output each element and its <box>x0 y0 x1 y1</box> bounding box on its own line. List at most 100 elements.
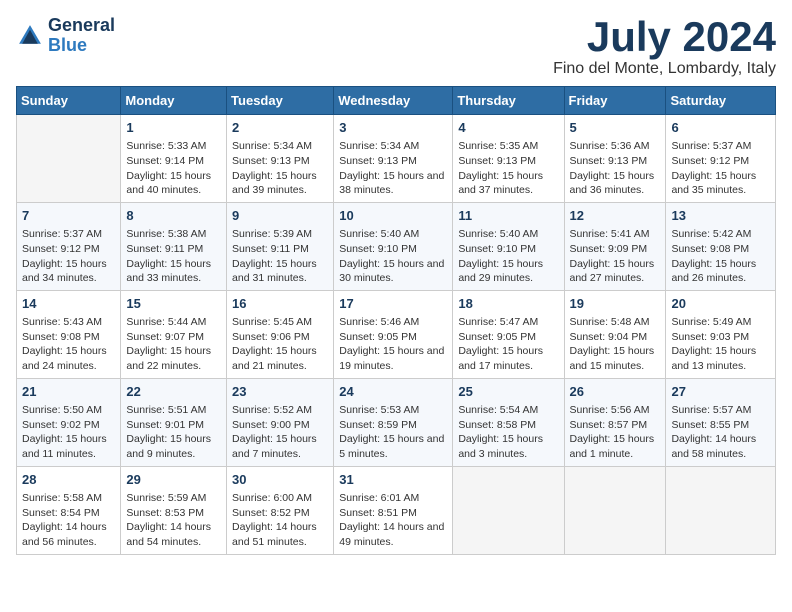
day-info: Sunrise: 5:35 AMSunset: 9:13 PMDaylight:… <box>458 139 558 198</box>
calendar-cell: 19 Sunrise: 5:48 AMSunset: 9:04 PMDayligh… <box>564 290 666 378</box>
logo-icon <box>16 22 44 50</box>
day-number: 18 <box>458 295 558 313</box>
day-number: 28 <box>22 471 115 489</box>
day-number: 14 <box>22 295 115 313</box>
calendar-week-row: 14 Sunrise: 5:43 AMSunset: 9:08 PMDayligh… <box>17 290 776 378</box>
weekday-header: Saturday <box>666 87 776 115</box>
day-info: Sunrise: 5:50 AMSunset: 9:02 PMDaylight:… <box>22 403 115 462</box>
day-number: 17 <box>339 295 447 313</box>
calendar-cell: 22 Sunrise: 5:51 AMSunset: 9:01 PMDayligh… <box>121 378 227 466</box>
day-number: 16 <box>232 295 328 313</box>
calendar-cell: 5 Sunrise: 5:36 AMSunset: 9:13 PMDaylight… <box>564 115 666 203</box>
calendar-cell <box>564 466 666 554</box>
month-title: July 2024 <box>553 16 776 58</box>
calendar-cell: 11Sunrise: 5:40 AMSunset: 9:10 PMDayligh… <box>453 202 564 290</box>
day-number: 29 <box>126 471 221 489</box>
calendar-cell: 29 Sunrise: 5:59 AMSunset: 8:53 PMDayligh… <box>121 466 227 554</box>
day-info: Sunrise: 5:47 AMSunset: 9:05 PMDaylight:… <box>458 315 558 374</box>
day-number: 15 <box>126 295 221 313</box>
logo: GeneralBlue <box>16 16 115 56</box>
day-info: Sunrise: 5:56 AMSunset: 8:57 PMDaylight:… <box>570 403 661 462</box>
calendar-cell <box>666 466 776 554</box>
day-number: 30 <box>232 471 328 489</box>
day-number: 6 <box>671 119 770 137</box>
weekday-header: Friday <box>564 87 666 115</box>
day-info: Sunrise: 5:42 AMSunset: 9:08 PMDaylight:… <box>671 227 770 286</box>
day-info: Sunrise: 5:43 AMSunset: 9:08 PMDaylight:… <box>22 315 115 374</box>
calendar-cell: 15 Sunrise: 5:44 AMSunset: 9:07 PMDayligh… <box>121 290 227 378</box>
calendar-cell: 7 Sunrise: 5:37 AMSunset: 9:12 PMDaylight… <box>17 202 121 290</box>
day-info: Sunrise: 5:48 AMSunset: 9:04 PMDaylight:… <box>570 315 661 374</box>
day-number: 20 <box>671 295 770 313</box>
title-block: July 2024 Fino del Monte, Lombardy, Ital… <box>553 16 776 78</box>
day-info: Sunrise: 5:46 AMSunset: 9:05 PMDaylight:… <box>339 315 447 374</box>
day-info: Sunrise: 5:58 AMSunset: 8:54 PMDaylight:… <box>22 491 115 550</box>
calendar-cell: 8 Sunrise: 5:38 AMSunset: 9:11 PMDaylight… <box>121 202 227 290</box>
day-number: 31 <box>339 471 447 489</box>
day-number: 22 <box>126 383 221 401</box>
day-number: 26 <box>570 383 661 401</box>
day-info: Sunrise: 5:41 AMSunset: 9:09 PMDaylight:… <box>570 227 661 286</box>
calendar-cell: 23 Sunrise: 5:52 AMSunset: 9:00 PMDayligh… <box>227 378 334 466</box>
calendar-cell: 21 Sunrise: 5:50 AMSunset: 9:02 PMDayligh… <box>17 378 121 466</box>
day-info: Sunrise: 6:01 AMSunset: 8:51 PMDaylight:… <box>339 491 447 550</box>
calendar-week-row: 21 Sunrise: 5:50 AMSunset: 9:02 PMDayligh… <box>17 378 776 466</box>
day-info: Sunrise: 5:51 AMSunset: 9:01 PMDaylight:… <box>126 403 221 462</box>
day-number: 3 <box>339 119 447 137</box>
calendar-cell: 10 Sunrise: 5:40 AMSunset: 9:10 PMDayligh… <box>334 202 453 290</box>
calendar-cell: 26 Sunrise: 5:56 AMSunset: 8:57 PMDayligh… <box>564 378 666 466</box>
calendar-week-row: 7 Sunrise: 5:37 AMSunset: 9:12 PMDaylight… <box>17 202 776 290</box>
calendar-cell: 2 Sunrise: 5:34 AMSunset: 9:13 PMDaylight… <box>227 115 334 203</box>
day-number: 2 <box>232 119 328 137</box>
calendar-cell: 17 Sunrise: 5:46 AMSunset: 9:05 PMDayligh… <box>334 290 453 378</box>
day-info: Sunrise: 5:54 AMSunset: 8:58 PMDaylight:… <box>458 403 558 462</box>
day-info: Sunrise: 5:53 AMSunset: 8:59 PMDaylight:… <box>339 403 447 462</box>
day-info: Sunrise: 5:34 AMSunset: 9:13 PMDaylight:… <box>232 139 328 198</box>
day-number: 10 <box>339 207 447 225</box>
calendar-cell: 30 Sunrise: 6:00 AMSunset: 8:52 PMDayligh… <box>227 466 334 554</box>
day-number: 23 <box>232 383 328 401</box>
calendar-cell: 3Sunrise: 5:34 AMSunset: 9:13 PMDaylight… <box>334 115 453 203</box>
day-info: Sunrise: 5:40 AMSunset: 9:10 PMDaylight:… <box>339 227 447 286</box>
calendar-cell: 27 Sunrise: 5:57 AMSunset: 8:55 PMDayligh… <box>666 378 776 466</box>
day-info: Sunrise: 5:36 AMSunset: 9:13 PMDaylight:… <box>570 139 661 198</box>
day-number: 5 <box>570 119 661 137</box>
day-number: 21 <box>22 383 115 401</box>
day-number: 9 <box>232 207 328 225</box>
calendar-cell: 14 Sunrise: 5:43 AMSunset: 9:08 PMDayligh… <box>17 290 121 378</box>
day-number: 27 <box>671 383 770 401</box>
calendar-cell: 13 Sunrise: 5:42 AMSunset: 9:08 PMDayligh… <box>666 202 776 290</box>
day-info: Sunrise: 5:45 AMSunset: 9:06 PMDaylight:… <box>232 315 328 374</box>
calendar-table: SundayMondayTuesdayWednesdayThursdayFrid… <box>16 86 776 555</box>
weekday-header: Tuesday <box>227 87 334 115</box>
calendar-week-row: 28 Sunrise: 5:58 AMSunset: 8:54 PMDayligh… <box>17 466 776 554</box>
day-info: Sunrise: 5:38 AMSunset: 9:11 PMDaylight:… <box>126 227 221 286</box>
weekday-header: Thursday <box>453 87 564 115</box>
day-info: Sunrise: 5:49 AMSunset: 9:03 PMDaylight:… <box>671 315 770 374</box>
calendar-cell: 24 Sunrise: 5:53 AMSunset: 8:59 PMDayligh… <box>334 378 453 466</box>
day-info: Sunrise: 5:37 AMSunset: 9:12 PMDaylight:… <box>22 227 115 286</box>
day-number: 25 <box>458 383 558 401</box>
weekday-header: Sunday <box>17 87 121 115</box>
calendar-cell: 9 Sunrise: 5:39 AMSunset: 9:11 PMDaylight… <box>227 202 334 290</box>
day-number: 7 <box>22 207 115 225</box>
calendar-cell: 1Sunrise: 5:33 AMSunset: 9:14 PMDaylight… <box>121 115 227 203</box>
day-info: Sunrise: 5:57 AMSunset: 8:55 PMDaylight:… <box>671 403 770 462</box>
weekday-header-row: SundayMondayTuesdayWednesdayThursdayFrid… <box>17 87 776 115</box>
day-number: 24 <box>339 383 447 401</box>
calendar-cell: 16 Sunrise: 5:45 AMSunset: 9:06 PMDayligh… <box>227 290 334 378</box>
day-number: 8 <box>126 207 221 225</box>
day-info: Sunrise: 5:59 AMSunset: 8:53 PMDaylight:… <box>126 491 221 550</box>
day-info: Sunrise: 5:37 AMSunset: 9:12 PMDaylight:… <box>671 139 770 198</box>
day-number: 13 <box>671 207 770 225</box>
weekday-header: Monday <box>121 87 227 115</box>
day-info: Sunrise: 5:39 AMSunset: 9:11 PMDaylight:… <box>232 227 328 286</box>
calendar-cell: 28 Sunrise: 5:58 AMSunset: 8:54 PMDayligh… <box>17 466 121 554</box>
day-info: Sunrise: 5:52 AMSunset: 9:00 PMDaylight:… <box>232 403 328 462</box>
calendar-cell: 4Sunrise: 5:35 AMSunset: 9:13 PMDaylight… <box>453 115 564 203</box>
location: Fino del Monte, Lombardy, Italy <box>553 60 776 78</box>
day-info: Sunrise: 6:00 AMSunset: 8:52 PMDaylight:… <box>232 491 328 550</box>
logo-text: GeneralBlue <box>48 16 115 56</box>
day-info: Sunrise: 5:44 AMSunset: 9:07 PMDaylight:… <box>126 315 221 374</box>
day-number: 19 <box>570 295 661 313</box>
